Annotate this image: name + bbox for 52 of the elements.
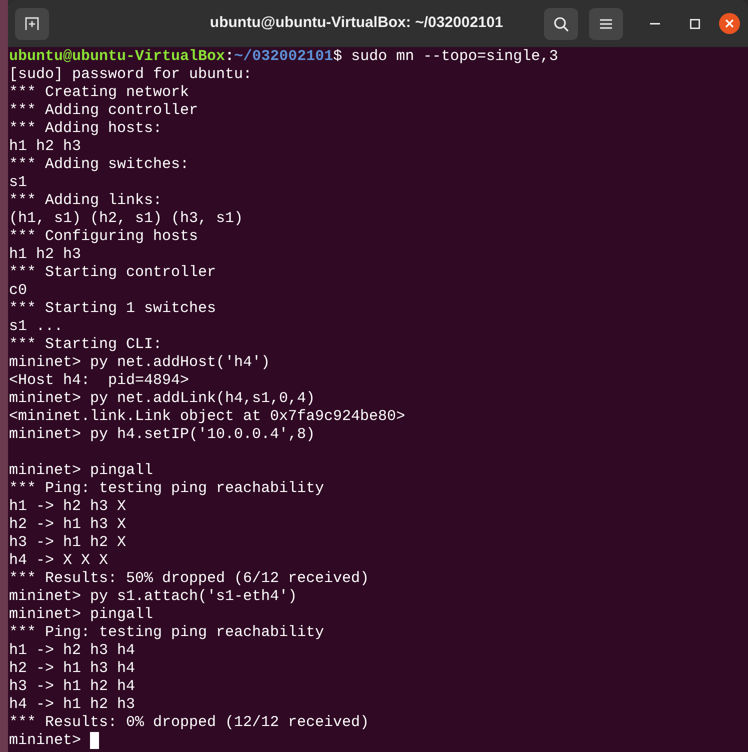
terminal-line: mininet> py s1.attach('s1-eth4') — [9, 588, 298, 606]
terminal-line: mininet> pingall — [9, 606, 154, 624]
terminal-line: *** Adding switches: — [9, 156, 190, 174]
terminal-line: [sudo] password for ubuntu: — [9, 66, 252, 84]
terminal-line: <mininet.link.Link object at 0x7fa9c924be80> — [9, 408, 406, 426]
terminal-line: h4 -> X X X — [9, 552, 108, 570]
prompt-separator: : — [225, 48, 234, 66]
terminal-line: c0 — [9, 282, 28, 300]
menu-icon — [600, 18, 612, 28]
terminal-line: h3 -> h1 h2 X — [9, 534, 126, 552]
search-button[interactable] — [544, 8, 578, 40]
prompt-path: ~/032002101 — [234, 48, 334, 66]
terminal-line: *** Starting 1 switches — [9, 300, 216, 318]
terminal-line: *** Starting CLI: — [9, 336, 162, 354]
terminal-line: <Host h4: pid=4894> — [9, 372, 190, 390]
terminal-line: h1 h2 h3 — [9, 246, 82, 264]
terminal-line: *** Results: 0% dropped (12/12 received) — [9, 714, 370, 732]
close-button[interactable] — [719, 13, 740, 34]
terminal-line: *** Starting controller — [9, 264, 216, 282]
terminal-line: h4 -> h1 h2 h3 — [9, 696, 136, 714]
new-tab-icon — [25, 16, 39, 30]
new-tab-button[interactable] — [15, 8, 49, 40]
terminal-line: *** Adding hosts: — [9, 120, 162, 138]
terminal-line: *** Results: 50% dropped (6/12 received) — [9, 570, 370, 588]
terminal-prompt: mininet> — [9, 732, 82, 750]
prompt-user-host: ubuntu@ubuntu-VirtualBox — [9, 48, 226, 66]
menu-button[interactable] — [589, 8, 623, 40]
terminal-line: h1 h2 h3 — [9, 138, 82, 156]
terminal-line: h1 -> h2 h3 X — [9, 498, 126, 516]
terminal-line: h3 -> h1 h2 h4 — [9, 678, 136, 696]
minimize-icon — [650, 22, 660, 24]
terminal-line: s1 — [9, 174, 28, 192]
terminal-line: h2 -> h1 h3 X — [9, 516, 126, 534]
terminal-line: mininet> py h4.setIP('10.0.0.4',8) — [9, 426, 316, 444]
close-icon — [725, 19, 734, 28]
maximize-icon — [690, 18, 700, 28]
terminal-line: *** Adding links: — [9, 192, 162, 210]
terminal-line: *** Ping: testing ping reachability — [9, 624, 324, 642]
terminal-line: (h1, s1) (h2, s1) (h3, s1) — [9, 210, 244, 228]
terminal-line: *** Ping: testing ping reachability — [9, 480, 324, 498]
terminal-line: h1 -> h2 h3 h4 — [9, 642, 136, 660]
terminal-line: *** Configuring hosts — [9, 228, 198, 246]
terminal-line: *** Adding controller — [9, 102, 198, 120]
terminal-line: mininet> pingall — [9, 462, 154, 480]
terminal-line: h2 -> h1 h3 h4 — [9, 660, 136, 678]
search-icon — [553, 16, 569, 32]
terminal-line: *** Creating network — [9, 84, 190, 102]
terminal-line: mininet> py net.addLink(h4,s1,0,4) — [9, 390, 316, 408]
window-title: ubuntu@ubuntu-VirtualBox: ~/032002101 — [210, 13, 504, 34]
command-text: $ sudo mn --topo=single,3 — [333, 48, 558, 66]
terminal-line: s1 ... — [9, 318, 64, 336]
terminal-line: mininet> py net.addHost('h4') — [9, 354, 270, 372]
